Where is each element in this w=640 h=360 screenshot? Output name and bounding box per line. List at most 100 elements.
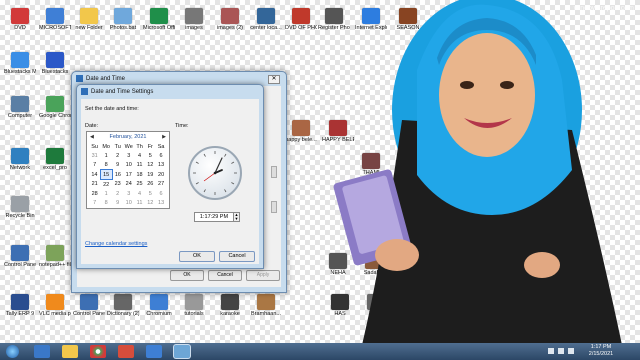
chromium-icon[interactable] (146, 345, 162, 358)
calendar-day[interactable]: 12 (145, 198, 156, 207)
calendar-day[interactable]: 10 (123, 198, 134, 207)
calendar-day[interactable]: 8 (100, 160, 112, 170)
desktop-icon[interactable]: Bluestacks (39, 52, 71, 75)
calendar-day[interactable]: 25 (134, 180, 145, 190)
desktop-icon[interactable]: Control Panel (73, 294, 105, 317)
desktop-icon[interactable]: VLC media player (39, 294, 71, 317)
calendar-day[interactable]: 6 (156, 189, 167, 198)
desktop-icon[interactable]: Bluestacks Multi-Insta... (4, 52, 36, 75)
network-icon[interactable] (558, 348, 564, 354)
weekday-header: Mo (102, 143, 110, 150)
calendar-day[interactable]: 7 (89, 160, 100, 170)
instruction-text: Set the date and time: (85, 106, 139, 112)
calendar-day[interactable]: 4 (134, 151, 145, 160)
calendar-day[interactable]: 6 (156, 151, 167, 160)
calendar-day[interactable]: 27 (156, 180, 167, 190)
cancel-button[interactable]: Cancel (219, 251, 255, 262)
dialog-body: Set the date and time: Date: Time: ◀ Feb… (81, 99, 259, 264)
calendar-day[interactable]: 1 (100, 189, 112, 198)
time-spinner[interactable]: ▲ ▼ (233, 212, 240, 222)
desktop-icon[interactable]: notepad++ file (39, 245, 71, 268)
file-explorer-icon[interactable] (62, 345, 78, 358)
calendar-day[interactable]: 15 (99, 169, 113, 180)
calendar-day[interactable]: 20 (156, 170, 167, 180)
close-button[interactable]: ✕ (268, 75, 280, 84)
calendar-day[interactable]: 22 (100, 180, 112, 190)
calendar-day[interactable]: 21 (89, 180, 100, 190)
desktop-icon-label: excel_pro (43, 165, 67, 171)
desktop-icon-label: center loca... (250, 25, 282, 31)
calendar-day[interactable]: 16 (112, 170, 123, 180)
desktop-icon[interactable]: tutorials (178, 294, 210, 317)
desktop-icon[interactable]: Computer (4, 96, 36, 119)
calendar-day[interactable]: 11 (134, 160, 145, 170)
month-title[interactable]: February, 2021 (110, 134, 147, 140)
change-calendar-settings-link[interactable]: Change calendar settings (85, 241, 147, 247)
calendar-day[interactable]: 28 (89, 189, 100, 198)
speaker-icon[interactable] (568, 348, 574, 354)
desktop-icon-image (46, 245, 64, 261)
calendar-day[interactable]: 3 (123, 189, 134, 198)
desktop-icon[interactable]: Microsoft Office Exc... (143, 8, 175, 31)
calendar-day[interactable]: 23 (112, 180, 123, 190)
desktop-icon[interactable]: Dictionary (2) (107, 294, 139, 317)
desktop-icon[interactable]: new Folder (73, 8, 105, 31)
flag-icon[interactable] (548, 348, 554, 354)
calendar-day[interactable]: 4 (134, 189, 145, 198)
desktop-icon[interactable]: Recycle Bin (4, 196, 36, 219)
desktop-icon[interactable]: Network (4, 148, 36, 171)
desktop-icon[interactable]: DVD OF PHO... (285, 8, 317, 31)
ok-button[interactable]: OK (179, 251, 215, 262)
desktop-icon[interactable]: DVD (4, 8, 36, 31)
desktop-icon[interactable]: MICROSOFT OFFICE (39, 8, 71, 31)
desktop-icon[interactable]: Photos.bat (107, 8, 139, 31)
next-month-arrow-icon[interactable]: ▶ (162, 132, 166, 142)
desktop-icon[interactable]: karaoke (214, 294, 246, 317)
calendar-day[interactable]: 26 (145, 180, 156, 190)
desktop-icon[interactable]: Tally ERP 9 (4, 294, 36, 317)
calendar-day[interactable]: 13 (156, 160, 167, 170)
calendar-day[interactable]: 12 (145, 160, 156, 170)
calendar-day[interactable]: 2 (112, 189, 123, 198)
calendar-day[interactable]: 17 (123, 170, 134, 180)
desktop-icon[interactable]: images (178, 8, 210, 31)
calendar-day[interactable]: 11 (134, 198, 145, 207)
desktop-icon[interactable]: Control Panel (4, 245, 36, 268)
start-button[interactable] (6, 345, 19, 358)
analog-clock (188, 146, 242, 200)
desktop-icon[interactable]: center loca... (250, 8, 282, 31)
desktop-icon[interactable]: images (2) (214, 8, 246, 31)
calendar-day[interactable]: 5 (145, 189, 156, 198)
desktop-icon[interactable]: excel_pro (39, 148, 71, 171)
desktop-icon[interactable]: happy bele... (285, 120, 317, 143)
time-input[interactable]: 1:17:29 PM (194, 212, 234, 222)
calendar-day[interactable]: 31 (89, 151, 100, 160)
calendar-day[interactable]: 9 (112, 198, 123, 207)
calendar-day[interactable]: 10 (123, 160, 134, 170)
ok-button[interactable]: OK (170, 270, 204, 281)
desktop-icon[interactable]: Google Chrome (39, 96, 71, 119)
window-title: Date and Time (86, 76, 126, 82)
calendar-day[interactable]: 24 (123, 180, 134, 190)
desktop-icon[interactable]: Chromium (143, 294, 175, 317)
desktop-icon[interactable]: Bramhaan... (250, 294, 282, 317)
apply-button[interactable]: Apply (246, 270, 280, 281)
calendar-day[interactable]: 14 (89, 170, 100, 180)
calendar-day[interactable]: 13 (156, 198, 167, 207)
calendar-day[interactable]: 19 (145, 170, 156, 180)
date-time-taskbar-icon[interactable] (174, 345, 190, 358)
ie-icon[interactable] (34, 345, 50, 358)
clock-tray[interactable]: 1:17 PM 2/15/2021 (586, 344, 616, 358)
calendar-day[interactable]: 9 (112, 160, 123, 170)
calendar-day[interactable]: 5 (145, 151, 156, 160)
previous-month-arrow-icon[interactable]: ◀ (90, 132, 94, 142)
cancel-button[interactable]: Cancel (208, 270, 242, 281)
calendar-day[interactable]: 1 (100, 151, 112, 160)
calendar-day[interactable]: 8 (100, 198, 112, 207)
chrome-icon[interactable] (90, 345, 106, 358)
calendar-day[interactable]: 7 (89, 198, 100, 207)
media-icon[interactable] (118, 345, 134, 358)
calendar-day[interactable]: 3 (123, 151, 134, 160)
calendar-day[interactable]: 2 (112, 151, 123, 160)
calendar-day[interactable]: 18 (134, 170, 145, 180)
